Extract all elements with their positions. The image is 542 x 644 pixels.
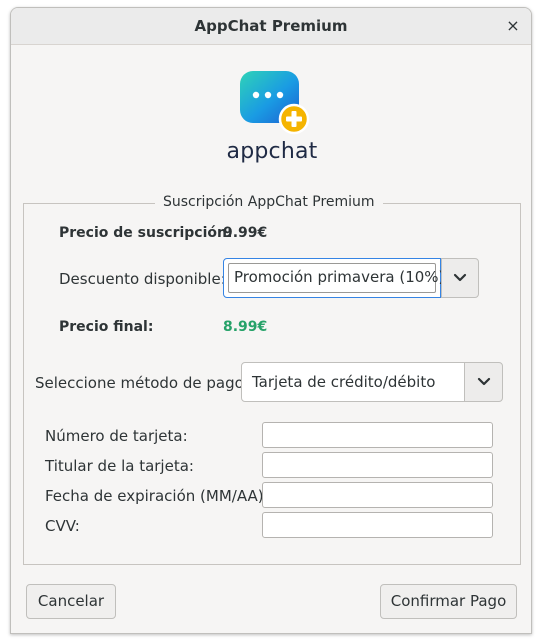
expiry-label: Fecha de expiración (MM/AA): [45,487,269,505]
card-number-input[interactable] [262,422,493,448]
cancel-button[interactable]: Cancelar [26,584,116,619]
payment-method-combo[interactable]: Tarjeta de crédito/débito [241,362,465,402]
final-price-value: 8.99€ [223,319,268,335]
payment-method-label: Seleccione método de pago: [35,374,249,392]
final-price-label: Precio final: [59,319,154,335]
chevron-down-icon [477,377,490,386]
titlebar: AppChat Premium × [11,8,531,45]
dialog-window: AppChat Premium × appchat Suscripción Ap… [10,7,532,634]
chat-bubble-plus-icon [240,71,310,135]
discount-dropdown-button[interactable] [441,258,479,298]
cvv-label: CVV: [45,517,80,535]
brand-name: appchat [226,139,318,164]
card-holder-label: Titular de la tarjeta: [45,457,194,475]
chevron-down-icon [453,273,467,282]
group-legend: Suscripción AppChat Premium [155,194,383,210]
payment-dropdown-button[interactable] [464,362,503,402]
cvv-input[interactable] [262,512,493,538]
discount-combo-entry[interactable]: Promoción primavera (10%) [223,258,444,298]
confirm-payment-button[interactable]: Confirmar Pago [380,584,517,619]
card-number-label: Número de tarjeta: [45,427,188,445]
card-holder-input[interactable] [262,452,493,478]
window-title: AppChat Premium [194,17,348,35]
price-value: 9.99€ [223,225,268,241]
discount-label: Descuento disponible: [59,270,226,288]
price-label: Precio de suscripción: [59,225,233,241]
close-button[interactable]: × [501,14,525,38]
expiry-input[interactable] [262,482,493,508]
discount-value[interactable]: Promoción primavera (10%) [228,263,444,293]
